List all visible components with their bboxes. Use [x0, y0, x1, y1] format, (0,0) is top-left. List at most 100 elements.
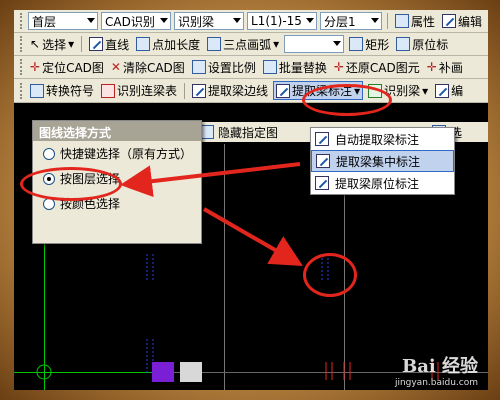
extract-edge-icon — [192, 83, 207, 98]
draw-mode-select[interactable] — [284, 35, 345, 53]
clear-cad-button[interactable]: ✕ 清除CAD图 — [109, 58, 187, 77]
recognize-beam-table-label: 识别连梁表 — [117, 84, 178, 98]
separator — [387, 13, 388, 29]
toolbar-grip[interactable] — [20, 36, 23, 52]
floor-select[interactable]: 首层 — [28, 12, 98, 30]
layer-select[interactable]: 分层1 — [320, 12, 382, 30]
toolbar-grip[interactable] — [20, 82, 23, 99]
origin-label-button[interactable]: 原位标 — [394, 35, 450, 54]
batch-replace-label: 批量替换 — [278, 60, 327, 75]
extract-beam-edge-button[interactable]: 提取梁边线 — [190, 81, 270, 100]
set-scale-label: 设置比例 — [207, 60, 256, 75]
annotation-circle — [20, 167, 122, 201]
arc-button[interactable]: 三点画弧 ▾ — [205, 35, 281, 54]
cursor-icon: ↖ — [30, 37, 41, 51]
extract-label-menu: 自动提取梁标注 提取梁集中标注 提取梁原位标注 — [310, 127, 455, 195]
properties-icon — [395, 14, 409, 28]
panel-title: 图线选择方式 — [33, 121, 201, 141]
convert-icon — [30, 83, 44, 98]
beam-name-value: L1(1)-15 — [251, 14, 302, 28]
clear-icon: ✕ — [110, 60, 121, 74]
locate-cad-button[interactable]: ✛ 定位CAD图 — [28, 58, 106, 77]
extract-beam-edge-label: 提取梁边线 — [208, 84, 269, 98]
toolbar-row-1: 首层 CAD识别 识别梁 L1(1)-15 分层1 属性 编辑 — [14, 10, 488, 33]
option-label: 快捷键选择（原有方式） — [60, 147, 193, 161]
column-marker — [152, 362, 174, 382]
watermark-url: jingyan.baidu.com — [394, 378, 478, 388]
separator — [184, 82, 186, 99]
menu-item-extract-in-situ[interactable]: 提取梁原位标注 — [311, 172, 454, 194]
annotation-circle — [303, 253, 357, 297]
baidu-logo: Bai 经验 — [402, 356, 478, 377]
crosshair-icon: ✛ — [30, 60, 41, 74]
toolbar-row-4: 转换符号 识别连梁表 提取梁边线 提取梁标注 ▾ 识别梁 ▾ 编 — [14, 79, 488, 103]
extract-centralized-icon — [316, 154, 330, 168]
line-icon — [89, 37, 104, 51]
replace-icon — [262, 60, 277, 74]
chevron-down-icon — [160, 18, 168, 23]
convert-symbol-button[interactable]: 转换符号 — [28, 81, 96, 100]
edit-more-button[interactable]: 编 — [433, 81, 465, 100]
fill-label: 补画 — [438, 60, 463, 75]
recognize-beam-table-button[interactable]: 识别连梁表 — [99, 81, 179, 100]
chevron-down-icon — [333, 41, 342, 46]
select-button[interactable]: ↖ 选择 ▾ — [28, 35, 76, 54]
edit-more-label: 编 — [451, 84, 464, 98]
chevron-down-icon: ▾ — [68, 37, 75, 51]
beam-name-select[interactable]: L1(1)-15 — [247, 12, 317, 30]
properties-button[interactable]: 属性 — [393, 12, 437, 31]
add-length-button[interactable]: 点加长度 — [134, 35, 202, 54]
select-label: 选择 — [42, 37, 67, 52]
toolbar-row-2: ↖ 选择 ▾ 直线 点加长度 三点画弧 ▾ 矩形 原位标 — [14, 33, 488, 56]
toolbar-row-3: ✛ 定位CAD图 ✕ 清除CAD图 设置比例 批量替换 ✛ 还原CAD图元 ✛ 补画 — [14, 56, 488, 79]
locate-cad-label: 定位CAD图 — [42, 60, 104, 75]
auto-extract-icon — [315, 132, 329, 146]
rect-button[interactable]: 矩形 — [347, 35, 391, 54]
cad-recognize-select[interactable]: CAD识别 — [101, 12, 171, 30]
chevron-down-icon — [371, 18, 379, 23]
edit-button[interactable]: 编辑 — [440, 12, 484, 31]
watermark: Bai 经验 jingyan.baidu.com — [395, 352, 478, 388]
separator — [81, 36, 83, 52]
add-length-label: 点加长度 — [152, 37, 201, 52]
properties-label: 属性 — [411, 14, 436, 29]
convert-symbol-label: 转换符号 — [46, 84, 95, 98]
toolbar-grip[interactable] — [20, 13, 23, 29]
restore-cad-button[interactable]: ✛ 还原CAD图元 — [332, 58, 422, 77]
element-type-value: 识别梁 — [178, 14, 215, 29]
table-icon — [101, 83, 116, 98]
annotation-circle — [302, 84, 392, 116]
fill-icon: ✛ — [426, 60, 437, 74]
chevron-down-icon — [306, 18, 314, 23]
restore-cad-label: 还原CAD图元 — [345, 60, 420, 75]
chevron-down-icon — [233, 18, 241, 23]
element-type-select[interactable]: 识别梁 — [174, 12, 244, 30]
option-shortcut-select[interactable]: 快捷键选择（原有方式） — [33, 141, 201, 166]
menu-item-auto-extract[interactable]: 自动提取梁标注 — [311, 128, 454, 150]
line-button[interactable]: 直线 — [87, 35, 131, 54]
cad-recognize-value: CAD识别 — [105, 14, 155, 29]
floor-value: 首层 — [32, 14, 57, 29]
extract-in-situ-icon — [315, 176, 329, 190]
set-scale-button[interactable]: 设置比例 — [190, 58, 258, 77]
arc-label: 三点画弧 — [223, 37, 272, 52]
fill-button[interactable]: ✛ 补画 — [425, 58, 465, 77]
menu-item-label: 提取梁集中标注 — [336, 154, 421, 169]
extract-label-icon — [276, 83, 291, 98]
menu-item-extract-centralized[interactable]: 提取梁集中标注 — [311, 150, 454, 172]
rectangle-icon — [349, 37, 364, 51]
edit-label: 编辑 — [458, 14, 483, 29]
toolbar-grip[interactable] — [20, 59, 23, 75]
menu-item-label: 自动提取梁标注 — [335, 132, 420, 147]
radio-icon[interactable] — [43, 147, 55, 160]
line-label: 直线 — [105, 37, 130, 52]
menu-item-label: 提取梁原位标注 — [335, 176, 420, 191]
layer-value: 分层1 — [324, 14, 356, 29]
edit-icon — [442, 14, 457, 28]
clear-cad-label: 清除CAD图 — [122, 60, 185, 75]
restore-icon: ✛ — [333, 60, 344, 74]
chevron-down-icon: ▾ — [422, 83, 429, 98]
origin-label: 原位标 — [412, 37, 449, 52]
point-length-icon — [136, 37, 151, 51]
batch-replace-button[interactable]: 批量替换 — [261, 58, 329, 77]
